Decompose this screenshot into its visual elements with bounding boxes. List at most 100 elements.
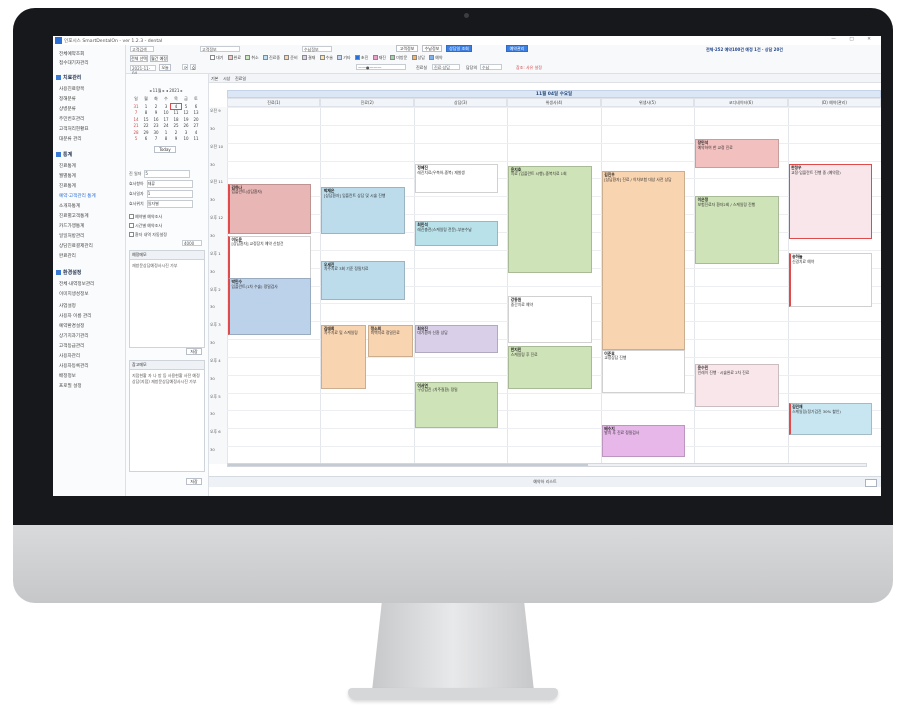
nav-item[interactable]: 완료관리 bbox=[59, 253, 76, 259]
appointment-block[interactable]: 김진우 [상담환자] 진료 / 이차보험 대상 사전 상담 bbox=[601, 171, 686, 350]
checkbox-row[interactable]: 시간별 예약조사 bbox=[129, 223, 162, 229]
nav-item[interactable]: 전체·내역정보관리 bbox=[59, 281, 94, 287]
appointment-block[interactable]: 김민재 스케일링(정기검진 30% 할인) bbox=[788, 403, 872, 436]
day-cell[interactable]: 18 bbox=[171, 117, 181, 122]
appointment-block[interactable]: 윤수민 인레이 진행 · 시술완료 2차 진료 bbox=[695, 364, 779, 407]
print-button[interactable]: 고객정보 bbox=[396, 45, 418, 52]
nav-item[interactable]: 예약환경설정 bbox=[59, 323, 84, 329]
nav-item[interactable]: 이미지생성정보 bbox=[59, 291, 89, 297]
nav-section-stats[interactable]: 통계 bbox=[56, 151, 72, 158]
nav-item[interactable]: 소개자통계 bbox=[59, 203, 80, 209]
day-cell[interactable]: 7 bbox=[131, 110, 141, 115]
nav-item[interactable]: 프로필 설정 bbox=[59, 383, 82, 389]
field-input[interactable]: 1 bbox=[146, 190, 193, 198]
appointment-block[interactable]: 장민석 예약하여 한 교정 진료 bbox=[695, 139, 779, 168]
checkbox[interactable] bbox=[129, 214, 134, 219]
day-cell[interactable]: 28 bbox=[131, 130, 141, 135]
nav-item[interactable]: 사용자관리 bbox=[59, 353, 80, 359]
nav-item[interactable]: 진료통계 bbox=[59, 183, 76, 189]
day-cell[interactable]: 20 bbox=[191, 117, 201, 122]
nav-item[interactable]: 진료별고객통계 bbox=[59, 213, 89, 219]
appointment-block[interactable]: 김태희 치주치료 및 스케일링 bbox=[321, 324, 367, 390]
appointment-block[interactable]: 이준호 교정상담 진행 bbox=[601, 349, 686, 393]
day-cell[interactable]: 26 bbox=[181, 123, 191, 128]
day-cell[interactable]: 17 bbox=[161, 117, 171, 122]
date-input[interactable]: 2021-11-04 bbox=[130, 65, 156, 76]
today-button[interactable]: Today bbox=[154, 146, 176, 153]
register-button[interactable]: 수납정보 bbox=[422, 45, 442, 52]
day-cell[interactable]: 13 bbox=[191, 110, 201, 115]
day-cell[interactable]: 8 bbox=[161, 136, 171, 141]
nav-item[interactable]: 사용자등록관리 bbox=[59, 363, 89, 369]
appointment-block[interactable]: 한정우 교정·임플란트 진행 중 (예약함) bbox=[788, 164, 872, 240]
appointment-block[interactable]: 김하나 임플란트(상담환자) bbox=[228, 183, 312, 234]
count-input[interactable]: 4000 bbox=[182, 240, 202, 246]
patient-info-field[interactable]: 고객정보 bbox=[200, 46, 240, 52]
appointment-block[interactable]: 정혜진 레진치료(우측하-중복) 재발생 bbox=[414, 164, 499, 193]
column-header[interactable]: 코디네이터(6) bbox=[694, 98, 788, 107]
mini-calendar-header[interactable]: ◂ 11월 ▸ ◂ 2021 ▸ bbox=[131, 88, 201, 94]
nav-item[interactable]: 배정정보 bbox=[59, 373, 76, 379]
day-cell[interactable]: 25 bbox=[171, 123, 181, 128]
day-cell[interactable]: 9 bbox=[171, 136, 181, 141]
day-cell[interactable]: 10 bbox=[181, 136, 191, 141]
column-header[interactable]: 진료(1) bbox=[227, 98, 321, 107]
appointment-block[interactable]: 최민석 레진충전(스케일링 전문)-부분수납 bbox=[414, 221, 499, 247]
nav-section-treatment[interactable]: 치료관리 bbox=[56, 74, 81, 81]
day-cell[interactable]: 1 bbox=[161, 130, 171, 135]
memo-body[interactable]: 재방문상담예정사시진 가부 bbox=[130, 260, 204, 272]
nav-item[interactable]: 사업설정 bbox=[59, 303, 76, 309]
day-cell[interactable]: 6 bbox=[191, 104, 201, 109]
checkbox-row[interactable]: 예약별 예약조사 bbox=[129, 214, 162, 220]
appointment-block[interactable]: 이은정 보험진료자 환자2회 / 스케일링 진행 bbox=[695, 196, 779, 265]
nav-item[interactable]: 사용자 이름 관리 bbox=[59, 313, 92, 319]
horizontal-scrollbar[interactable] bbox=[227, 463, 867, 467]
day-cell[interactable]: 30 bbox=[151, 130, 161, 135]
checkbox-row[interactable]: 환자 내역 자동설정 bbox=[129, 232, 167, 238]
column-header[interactable]: 진료(2) bbox=[320, 98, 414, 107]
appointment-block[interactable]: 이서연 구강검진 (치주질환) 정밀 bbox=[414, 381, 499, 429]
day-cell[interactable]: 11 bbox=[191, 136, 201, 141]
day-cell[interactable]: 22 bbox=[141, 123, 151, 128]
payment-info-field[interactable]: 수납정보 bbox=[302, 46, 332, 52]
day-cell[interactable]: 6 bbox=[141, 136, 151, 141]
today-button[interactable]: 오늘 bbox=[159, 64, 171, 71]
appointment-block[interactable]: 박재은 [상담환자] 임플란트 상담 및 시술 진행 bbox=[321, 187, 405, 234]
day-cell[interactable]: 11 bbox=[171, 110, 181, 115]
appointment-block[interactable]: 박민수 임플란트(1차 수술) 정밀검사 bbox=[228, 278, 312, 336]
nav-item[interactable]: 월별통계 bbox=[59, 173, 76, 179]
day-cell[interactable]: 5 bbox=[181, 104, 191, 109]
day-cell[interactable]: 2 bbox=[151, 104, 161, 109]
print-icon[interactable]: ⎙ bbox=[190, 64, 196, 70]
search-input[interactable]: 고객검색 bbox=[130, 46, 154, 52]
day-cell[interactable]: 10 bbox=[161, 110, 171, 115]
appointment-block[interactable]: 강동원 중간치료 예약 bbox=[508, 296, 592, 343]
column-header[interactable]: 상담(3) bbox=[413, 98, 508, 107]
reservation-list-bar[interactable]: 예약하 리스트 bbox=[209, 476, 881, 487]
day-cell[interactable]: 15 bbox=[141, 117, 151, 122]
day-cell[interactable]: 3 bbox=[181, 130, 191, 135]
nav-item[interactable]: 상담진료결제관리 bbox=[59, 243, 93, 249]
day-cell[interactable]: 1 bbox=[141, 104, 151, 109]
tab-view[interactable]: 시상 bbox=[223, 76, 230, 82]
nav-item[interactable]: 진료통계 bbox=[59, 163, 76, 169]
nav-item[interactable]: 상병분류 bbox=[59, 106, 76, 112]
day-cell[interactable]: 27 bbox=[191, 123, 201, 128]
save-button[interactable]: 저장 bbox=[186, 348, 202, 355]
checkbox[interactable] bbox=[129, 232, 134, 237]
checkbox[interactable] bbox=[129, 223, 134, 228]
tab-treatment-day[interactable]: 진료일 bbox=[235, 76, 246, 82]
day-cell[interactable]: 3 bbox=[161, 104, 171, 109]
nav-section-settings[interactable]: 환경설정 bbox=[56, 269, 81, 276]
appointment-block[interactable]: 송하늘 신경치료 예약 bbox=[788, 253, 872, 307]
day-cell[interactable]: 7 bbox=[151, 136, 161, 141]
tab-basic[interactable]: 기본 bbox=[211, 76, 218, 82]
day-cell[interactable]: 4 bbox=[191, 130, 201, 135]
nav-item[interactable]: 전체예약조회 bbox=[59, 51, 84, 57]
time-slider[interactable]: ——●——— bbox=[356, 64, 406, 70]
day-cell[interactable]: 29 bbox=[141, 130, 151, 135]
nav-item[interactable]: 사용진료항목 bbox=[59, 86, 84, 92]
select-all-button[interactable]: 전체 선택 bbox=[130, 55, 148, 62]
nav-item[interactable]: 상기치과기관리 bbox=[59, 333, 89, 339]
window-controls[interactable]: — □ ✕ bbox=[831, 37, 877, 42]
